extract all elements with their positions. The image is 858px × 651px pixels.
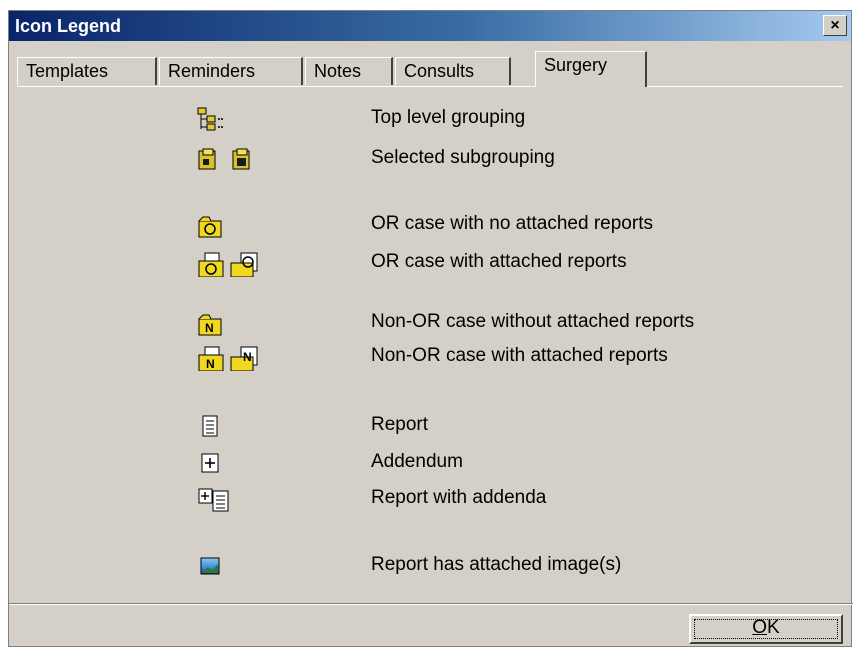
legend-row: Selected subgrouping xyxy=(17,145,843,175)
window-title: Icon Legend xyxy=(15,16,122,36)
tab-surgery[interactable]: Surgery xyxy=(535,51,647,87)
legend-row: Report xyxy=(17,412,843,442)
close-button[interactable]: × xyxy=(823,15,847,36)
legend-row: Report with addenda xyxy=(17,485,843,515)
legend-label: Non-OR case without attached reports xyxy=(371,311,695,332)
svg-text:N: N xyxy=(205,321,214,335)
tab-notes[interactable]: Notes xyxy=(305,57,393,85)
or-case-icon xyxy=(198,216,222,238)
legend-label: OR case with no attached reports xyxy=(371,213,653,234)
ok-button[interactable]: OK xyxy=(689,614,843,644)
surgery-legend-panel: Top level grouping Selected subgrouping … xyxy=(17,86,843,596)
legend-row: N Non-OR case without attached reports xyxy=(17,309,843,339)
legend-row: N N Non-OR case with attached reports xyxy=(17,343,843,373)
tab-reminders[interactable]: Reminders xyxy=(159,57,303,85)
legend-label: Report with addenda xyxy=(371,487,547,508)
non-or-case-icon: N xyxy=(198,314,222,336)
report-with-addenda-icon xyxy=(198,488,229,512)
tree-grouping-icon xyxy=(197,107,223,131)
non-or-case-with-reports-icons: N N xyxy=(198,346,258,371)
tab-consults[interactable]: Consults xyxy=(395,57,511,85)
icon-legend-dialog: Icon Legend × Templates Reminders Notes … xyxy=(8,10,853,647)
svg-text:N: N xyxy=(243,350,252,364)
ok-button-label: OK xyxy=(752,617,780,638)
title-bar[interactable]: Icon Legend × xyxy=(9,11,851,41)
legend-label: Report xyxy=(371,414,429,435)
addendum-icon xyxy=(201,453,219,473)
legend-row: Top level grouping xyxy=(17,105,843,135)
legend-label: Top level grouping xyxy=(371,107,526,128)
legend-row: Report has attached image(s) xyxy=(17,552,843,582)
footer-separator xyxy=(9,603,853,605)
legend-label: Selected subgrouping xyxy=(371,147,555,168)
attached-image-icon xyxy=(200,557,220,575)
svg-text:N: N xyxy=(206,357,215,371)
report-icon xyxy=(202,415,218,437)
legend-label: OR case with attached reports xyxy=(371,251,627,272)
legend-row: Addendum xyxy=(17,449,843,479)
legend-label: Addendum xyxy=(371,451,463,472)
legend-row: OR case with attached reports xyxy=(17,249,843,279)
legend-label: Non-OR case with attached reports xyxy=(371,345,668,366)
legend-label: Report has attached image(s) xyxy=(371,554,622,575)
selected-subgrouping-icons xyxy=(198,148,250,170)
legend-row: OR case with no attached reports xyxy=(17,211,843,241)
or-case-with-reports-icons xyxy=(198,252,258,277)
tab-templates[interactable]: Templates xyxy=(17,57,157,85)
